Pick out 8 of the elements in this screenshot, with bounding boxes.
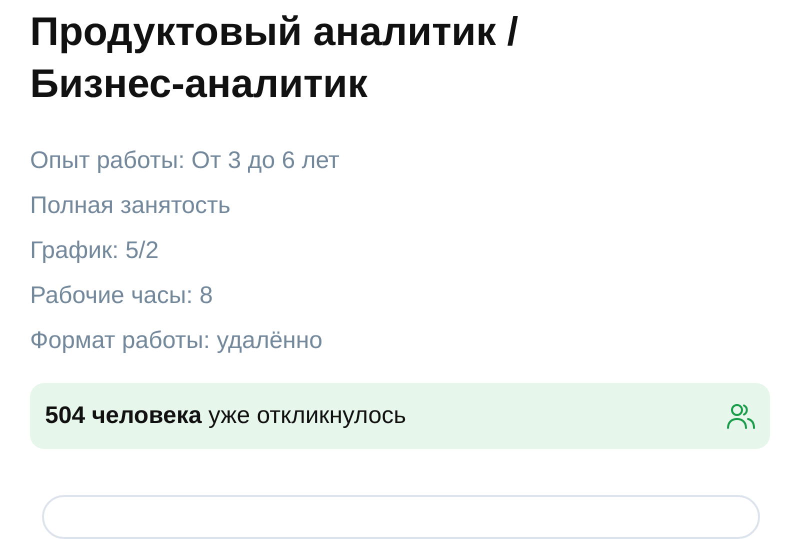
vacancy-title: Продуктовый аналитик / Бизнес-аналитик — [30, 9, 520, 108]
people-icon — [726, 401, 756, 431]
vacancy-detail: Опыт работы: От 3 до 6 лет — [30, 146, 340, 176]
vacancy-detail: Полная занятость — [30, 191, 232, 221]
vacancy-detail: График: 5/2 — [30, 236, 160, 266]
responses-count: 504 человека уже откликнулось — [45, 402, 406, 430]
vacancy-detail: Формат работы: удалённо — [30, 326, 324, 356]
vacancy-detail: Рабочие часы: 8 — [30, 281, 214, 311]
